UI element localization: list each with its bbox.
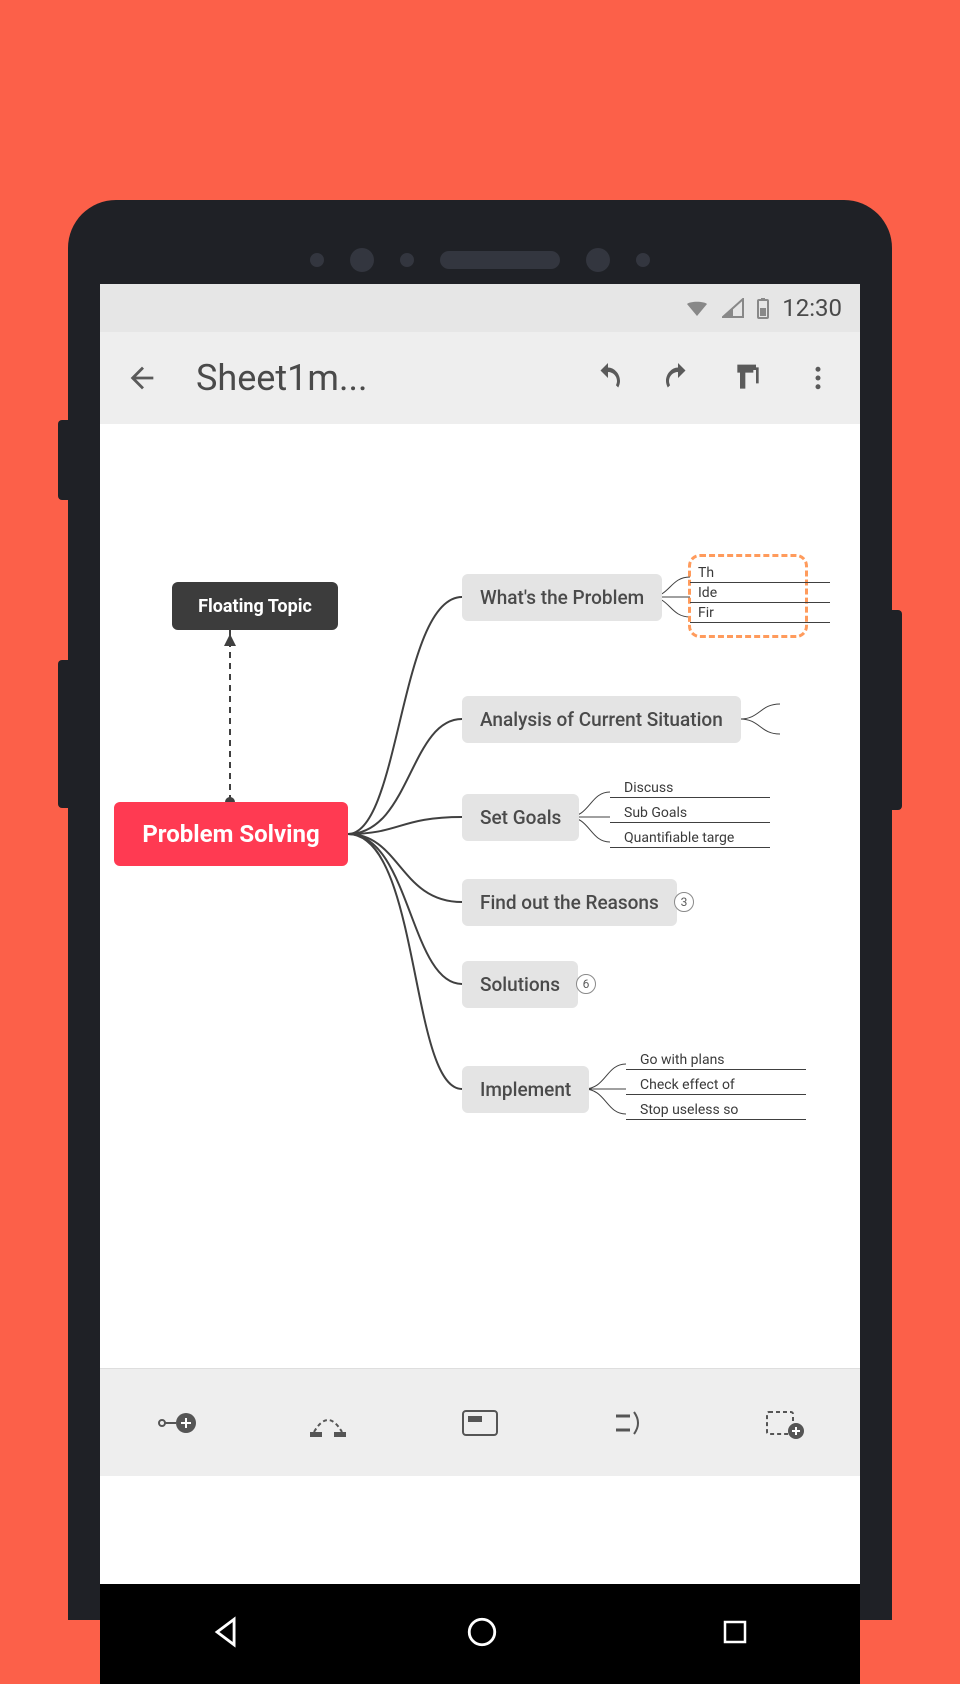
add-boundary-button[interactable] [435, 1393, 525, 1453]
format-button[interactable] [722, 352, 774, 404]
sub-topic[interactable]: Check effect of [640, 1077, 735, 1093]
app-bar: Sheet1m... [100, 332, 860, 424]
sub-underline [690, 622, 830, 623]
back-button[interactable] [116, 352, 168, 404]
branch-node[interactable]: Set Goals [462, 794, 579, 841]
phone-side-button [892, 610, 902, 810]
status-bar: 12:30 [100, 284, 860, 332]
sub-underline [690, 602, 830, 603]
android-nav-bar [100, 1584, 860, 1684]
branch-node[interactable]: Solutions [462, 961, 578, 1008]
branch-node[interactable]: Implement [462, 1066, 589, 1113]
battery-icon [756, 297, 770, 319]
sub-underline [610, 797, 770, 798]
phone-side-button [58, 660, 68, 808]
sub-underline [626, 1069, 806, 1070]
sub-underline [690, 582, 830, 583]
branch-node[interactable]: What's the Problem [462, 574, 662, 621]
add-sheet-button[interactable] [739, 1393, 829, 1453]
phone-speaker-row [100, 236, 860, 284]
sub-topic[interactable]: Quantifiable targe [624, 830, 734, 846]
nav-back-button[interactable] [210, 1615, 244, 1653]
phone-frame: 12:30 Sheet1m... [68, 200, 892, 1620]
collapsed-count-badge[interactable]: 6 [576, 974, 596, 994]
document-title[interactable]: Sheet1m... [196, 357, 564, 399]
bottom-toolbar [100, 1368, 860, 1476]
sub-topic[interactable]: Th [698, 565, 714, 581]
sub-underline [610, 847, 770, 848]
undo-button[interactable] [582, 352, 634, 404]
status-time: 12:30 [782, 294, 842, 322]
sub-underline [610, 822, 770, 823]
sub-underline [626, 1094, 806, 1095]
sub-topic[interactable]: Discuss [624, 780, 673, 796]
signal-icon [722, 298, 744, 318]
sub-underline [626, 1119, 806, 1120]
add-subtopic-button[interactable] [131, 1393, 221, 1453]
redo-button[interactable] [652, 352, 704, 404]
add-relationship-button[interactable] [283, 1393, 373, 1453]
add-summary-button[interactable] [587, 1393, 677, 1453]
phone-side-button [58, 420, 68, 500]
branch-node[interactable]: Find out the Reasons [462, 879, 677, 926]
sub-topic[interactable]: Go with plans [640, 1052, 725, 1068]
sub-topic[interactable]: Fir [698, 605, 714, 621]
nav-recent-button[interactable] [720, 1617, 750, 1651]
collapsed-count-badge[interactable]: 3 [674, 892, 694, 912]
branch-node[interactable]: Analysis of Current Situation [462, 696, 741, 743]
more-button[interactable] [792, 352, 844, 404]
sub-topic[interactable]: Sub Goals [624, 805, 687, 821]
wifi-icon [684, 298, 710, 318]
sub-topic[interactable]: Stop useless so [640, 1102, 738, 1118]
screen: 12:30 Sheet1m... [100, 284, 860, 1584]
sub-topic[interactable]: Ide [698, 585, 717, 601]
root-node[interactable]: Problem Solving [114, 802, 348, 866]
floating-topic-node[interactable]: Floating Topic [172, 582, 338, 630]
mindmap-canvas[interactable]: Floating Topic Problem Solving What's th… [100, 424, 860, 1476]
nav-home-button[interactable] [465, 1615, 499, 1653]
